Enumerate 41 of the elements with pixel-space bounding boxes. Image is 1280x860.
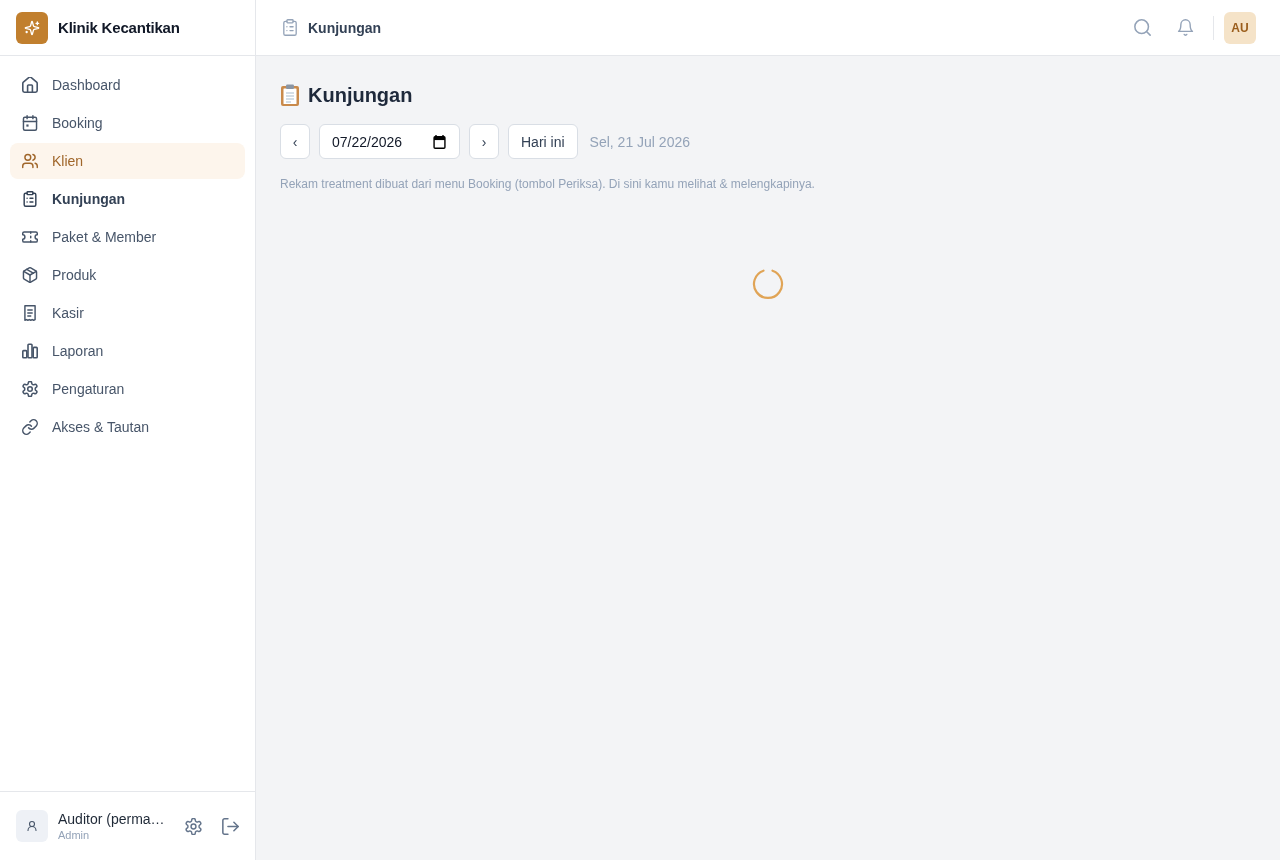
sidebar-item[interactable]: Klien xyxy=(10,143,245,179)
receipt-icon xyxy=(22,305,38,321)
sidebar-item[interactable]: Akses & Tautan xyxy=(10,409,245,445)
sidebar-item[interactable]: Pengaturan xyxy=(10,371,245,407)
today-button[interactable]: Hari ini xyxy=(508,124,578,159)
gear-icon xyxy=(22,381,38,397)
calendar-icon xyxy=(22,115,38,131)
date-label: Sel, 21 Jul 2026 xyxy=(589,133,690,150)
sidebar-item[interactable]: Kunjungan xyxy=(10,181,245,217)
next-day-button[interactable]: › xyxy=(469,124,499,159)
user-name: Auditor (perma… xyxy=(58,811,165,827)
calendar-icon[interactable] xyxy=(433,134,446,149)
search-icon[interactable] xyxy=(1134,19,1151,36)
hint-text: Rekam treatment dibuat dari menu Booking (tombol Periksa). Di sini kamu melihat & melengkapinya. xyxy=(280,177,815,191)
previous-day-button[interactable]: ‹ xyxy=(280,124,310,159)
settings-icon[interactable] xyxy=(185,817,202,835)
clipboard-icon xyxy=(280,84,300,106)
logout-icon[interactable] xyxy=(222,817,239,835)
sidebar-item[interactable]: Kasir xyxy=(10,295,245,331)
sidebar-item[interactable]: Laporan xyxy=(10,333,245,369)
house-icon xyxy=(22,77,38,93)
bell-icon[interactable] xyxy=(1177,19,1194,36)
brand-name: Klinik Kecantikan xyxy=(58,19,180,36)
page-title: Kunjungan xyxy=(308,19,382,36)
clipboard-list-icon xyxy=(22,191,38,207)
user-avatar-icon xyxy=(16,810,48,842)
user-role: Admin xyxy=(58,829,91,841)
link-icon xyxy=(22,419,38,435)
clipboard-list-icon xyxy=(283,19,297,36)
user-avatar[interactable]: AU xyxy=(1224,11,1256,44)
box-icon xyxy=(22,267,38,283)
users-icon xyxy=(22,153,38,169)
sidebar-item[interactable]: Dashboard xyxy=(10,67,245,103)
sidebar-item[interactable]: Paket & Member xyxy=(10,219,245,255)
ticket-icon xyxy=(22,229,38,245)
bar-chart-icon xyxy=(22,343,38,359)
sparkles-logo-icon xyxy=(16,11,48,44)
heading: Kunjungan xyxy=(308,83,413,107)
sidebar-item[interactable]: Produk xyxy=(10,257,245,293)
sidebar-item[interactable]: Booking xyxy=(10,105,245,141)
date-field[interactable]: 07/22/2026 xyxy=(319,124,460,159)
